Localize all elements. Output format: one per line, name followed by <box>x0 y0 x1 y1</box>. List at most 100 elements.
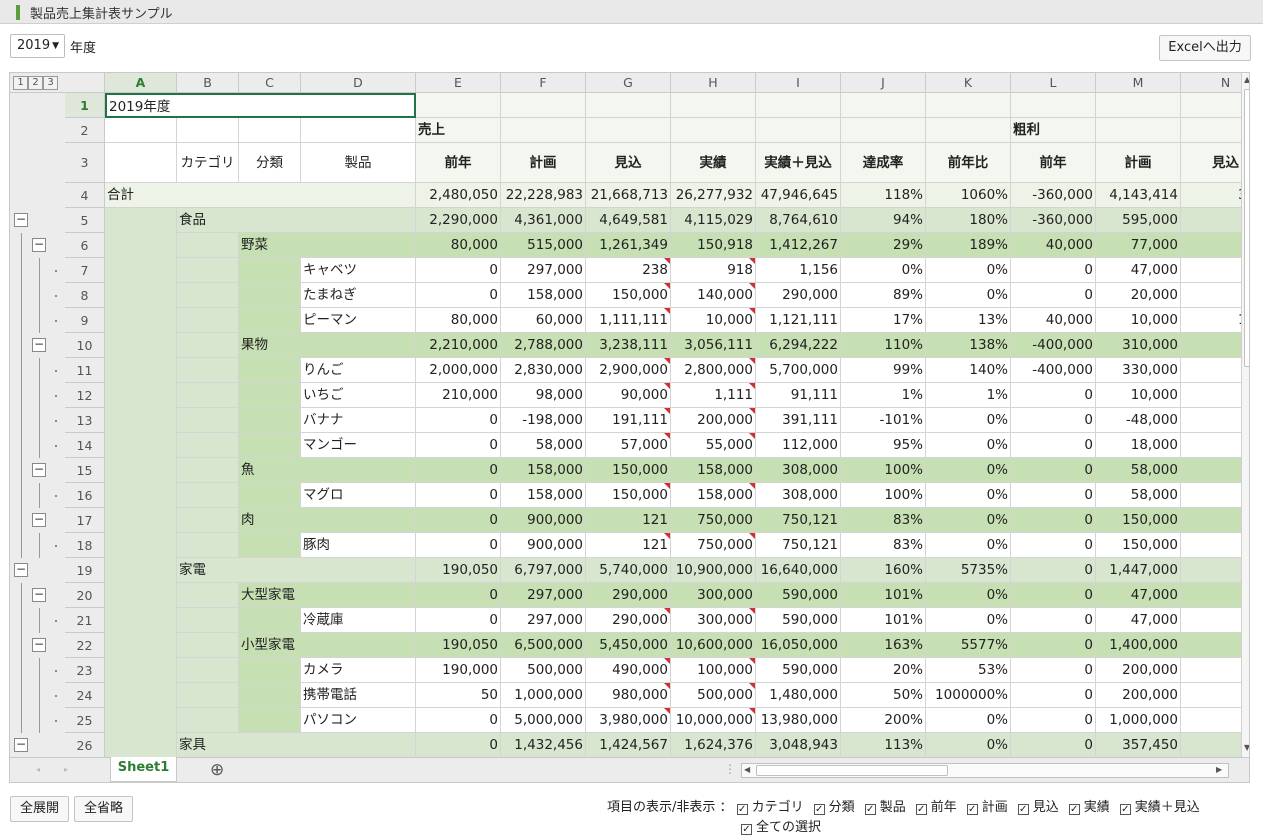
subcategory-fill[interactable] <box>239 408 301 433</box>
data-cell[interactable]: 2,830,000 <box>501 358 586 383</box>
visibility-toggle[interactable]: ✓ 前年 <box>915 800 957 815</box>
data-cell[interactable]: 77,000 <box>1096 233 1181 258</box>
data-cell[interactable]: 110% <box>841 333 926 358</box>
data-cell[interactable]: 0 <box>1011 508 1096 533</box>
data-cell[interactable]: 94% <box>841 208 926 233</box>
data-cell[interactable]: 590,000 <box>756 608 841 633</box>
collapse-group-icon[interactable]: − <box>14 213 28 227</box>
data-cell[interactable]: 2,210,000 <box>416 333 501 358</box>
data-cell[interactable]: 750,000 <box>671 533 756 558</box>
data-cell[interactable]: 0 <box>1011 608 1096 633</box>
subcategory-fill[interactable] <box>239 708 301 733</box>
column-header[interactable]: C <box>239 73 301 93</box>
data-cell[interactable]: 1 <box>1181 283 1241 308</box>
data-cell[interactable]: 0 <box>416 483 501 508</box>
data-cell[interactable]: 4,115,029 <box>671 208 756 233</box>
add-sheet-icon[interactable]: ⊕ <box>210 760 224 780</box>
header-cell[interactable] <box>841 93 926 118</box>
visibility-toggle[interactable]: ✓ 実績＋見込 <box>1119 800 1200 815</box>
metric-header[interactable]: 実績＋見込 <box>756 143 841 183</box>
data-cell[interactable]: 4,361,000 <box>501 208 586 233</box>
data-cell[interactable]: 163% <box>841 633 926 658</box>
section-profit-label[interactable]: 粗利 <box>1011 118 1096 143</box>
scroll-down-icon[interactable]: ▼ <box>1244 743 1249 752</box>
row-header[interactable]: 23 <box>65 658 105 683</box>
data-cell[interactable]: 0 <box>1011 433 1096 458</box>
category-fill[interactable] <box>177 533 239 558</box>
data-cell[interactable]: 595,000 <box>1096 208 1181 233</box>
row-label[interactable]: たまねぎ <box>301 283 416 308</box>
data-cell[interactable]: -400,000 <box>1011 358 1096 383</box>
data-cell[interactable]: 190,050 <box>416 633 501 658</box>
data-cell[interactable]: 150,918 <box>671 233 756 258</box>
data-cell[interactable]: 330,000 <box>1096 358 1181 383</box>
data-cell[interactable]: 0 <box>416 258 501 283</box>
row-header[interactable]: 9 <box>65 308 105 333</box>
data-cell[interactable]: 6,797,000 <box>501 558 586 583</box>
data-cell[interactable]: 1,111 <box>671 383 756 408</box>
spreadsheet[interactable]: 1 2 3 A B C D E F G H I J K L M N 1 2 3 4 5 6 7 8 9 10 11 12 13 14 15 16… <box>9 72 1250 783</box>
data-cell[interactable]: 750,121 <box>756 508 841 533</box>
checkbox-checked-icon[interactable]: ✓ <box>864 804 876 815</box>
total-value[interactable]: 3,58 <box>1181 183 1241 208</box>
subcategory-fill[interactable] <box>239 658 301 683</box>
subcategory-fill[interactable] <box>239 258 301 283</box>
data-cell[interactable]: 158,000 <box>501 283 586 308</box>
excel-export-button[interactable]: Excelへ出力 <box>1159 35 1251 61</box>
data-cell[interactable]: 2,900,000 <box>586 358 671 383</box>
row-header[interactable]: 1 <box>65 93 105 118</box>
data-cell[interactable]: -48,000 <box>1096 408 1181 433</box>
horizontal-scroll-thumb[interactable] <box>756 765 948 776</box>
column-header[interactable]: A <box>105 73 177 93</box>
data-cell[interactable]: 0 <box>1011 258 1096 283</box>
total-label[interactable]: 合計 <box>105 183 416 208</box>
outline-level-button[interactable]: 2 <box>28 76 43 90</box>
data-cell[interactable]: 1,400,000 <box>1096 633 1181 658</box>
data-cell[interactable]: 10,000,000 <box>671 708 756 733</box>
category-fill[interactable] <box>177 383 239 408</box>
row-label[interactable]: パソコン <box>301 708 416 733</box>
data-cell[interactable]: 1,261,349 <box>586 233 671 258</box>
checkbox-checked-icon[interactable]: ✓ <box>915 804 927 815</box>
year-select[interactable]: 2019 ▼ <box>10 34 65 58</box>
data-cell[interactable]: 76 <box>1181 333 1241 358</box>
collapse-group-icon[interactable]: − <box>32 513 46 527</box>
header-cell[interactable] <box>926 93 1011 118</box>
row-label[interactable]: マンゴー <box>301 433 416 458</box>
data-cell[interactable]: 100,000 <box>671 658 756 683</box>
data-cell[interactable]: 29% <box>841 233 926 258</box>
checkbox-checked-icon[interactable]: ✓ <box>813 804 825 815</box>
header-cell[interactable] <box>586 93 671 118</box>
data-cell[interactable]: 34 <box>1181 733 1241 757</box>
row-label[interactable]: 携帯電話 <box>301 683 416 708</box>
row-header[interactable]: 15 <box>65 458 105 483</box>
total-value[interactable]: 4,143,414 <box>1096 183 1181 208</box>
data-cell[interactable]: 1% <box>841 383 926 408</box>
sheet-grid[interactable]: 1 2 3 A B C D E F G H I J K L M N 1 2 3 4 5 6 7 8 9 10 11 12 13 14 15 16… <box>10 73 1241 757</box>
collapse-group-icon[interactable]: − <box>32 588 46 602</box>
row-label[interactable]: 小型家電 <box>239 633 416 658</box>
data-cell[interactable]: 0 <box>1011 533 1096 558</box>
column-title[interactable]: カテゴリ <box>177 143 239 183</box>
data-cell[interactable]: -101% <box>841 408 926 433</box>
data-cell[interactable]: 88 <box>1181 208 1241 233</box>
data-cell[interactable]: 0 <box>416 283 501 308</box>
data-cell[interactable]: 238 <box>586 258 671 283</box>
checkbox-checked-icon[interactable]: ✓ <box>741 824 752 835</box>
data-cell[interactable]: 0 <box>416 708 501 733</box>
data-cell[interactable]: 150,000 <box>586 283 671 308</box>
data-cell[interactable]: 0% <box>926 533 1011 558</box>
metric-header[interactable]: 前年比 <box>926 143 1011 183</box>
data-cell[interactable]: 10,600,000 <box>671 633 756 658</box>
data-cell[interactable]: 190,050 <box>416 558 501 583</box>
header-cell[interactable] <box>756 118 841 143</box>
data-cell[interactable]: 0 <box>416 408 501 433</box>
data-cell[interactable]: 750,121 <box>756 533 841 558</box>
data-cell[interactable]: 1,156 <box>756 258 841 283</box>
column-header[interactable]: I <box>756 73 841 93</box>
data-cell[interactable]: 4,649,581 <box>586 208 671 233</box>
data-cell[interactable]: 55,000 <box>671 433 756 458</box>
column-header[interactable]: H <box>671 73 756 93</box>
data-cell[interactable]: 158,000 <box>671 458 756 483</box>
category-fill[interactable] <box>177 608 239 633</box>
